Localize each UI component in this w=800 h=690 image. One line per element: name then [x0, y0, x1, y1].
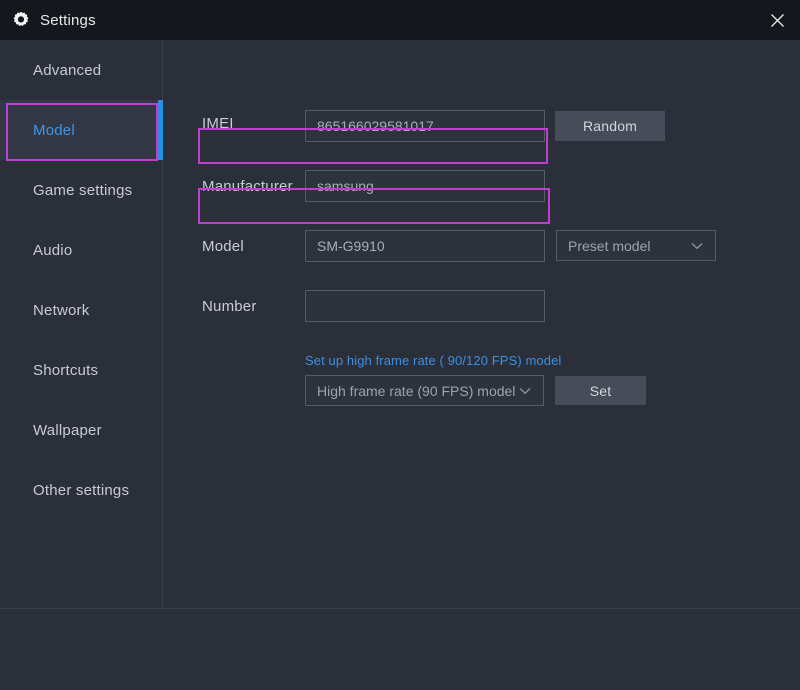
chevron-down-icon [519, 382, 531, 400]
sidebar-item-label: Model [33, 121, 75, 139]
sidebar-item-label: Audio [33, 241, 73, 259]
close-icon [770, 13, 784, 27]
set-button[interactable]: Set [555, 376, 646, 405]
manufacturer-label: Manufacturer [202, 178, 293, 195]
window-title: Settings [40, 11, 96, 29]
imei-label: IMEI [202, 115, 234, 132]
content-panel: IMEI Random Manufacturer Model Preset mo… [163, 40, 800, 608]
sidebar-item-wallpaper[interactable]: Wallpaper [0, 400, 162, 460]
sidebar-item-label: Wallpaper [33, 421, 102, 439]
high-frame-rate-link[interactable]: Set up high frame rate ( 90/120 FPS) mod… [305, 353, 561, 368]
close-button[interactable] [754, 0, 800, 40]
manufacturer-input[interactable] [305, 170, 545, 202]
sidebar-item-audio[interactable]: Audio [0, 220, 162, 280]
high-frame-rate-dropdown-value: High frame rate (90 FPS) model [317, 382, 516, 399]
sidebar-item-label: Shortcuts [33, 361, 99, 379]
footer-bar: Save Cancel [0, 609, 800, 690]
sidebar-item-game-settings[interactable]: Game settings [0, 160, 162, 220]
random-button[interactable]: Random [555, 111, 665, 141]
sidebar-item-label: Game settings [33, 181, 133, 199]
preset-model-dropdown-value: Preset model [568, 237, 651, 254]
imei-input[interactable] [305, 110, 545, 142]
high-frame-rate-dropdown[interactable]: High frame rate (90 FPS) model [305, 375, 544, 406]
sidebar-item-shortcuts[interactable]: Shortcuts [0, 340, 162, 400]
preset-model-dropdown[interactable]: Preset model [556, 230, 716, 261]
model-input[interactable] [305, 230, 545, 262]
sidebar-item-label: Other settings [33, 481, 130, 499]
model-label: Model [202, 238, 244, 255]
settings-window: Settings Advanced Model Game settings Au… [0, 0, 800, 690]
title-bar: Settings [0, 0, 800, 40]
gear-icon [12, 11, 30, 29]
sidebar: Advanced Model Game settings Audio Netwo… [0, 40, 162, 608]
sidebar-item-advanced[interactable]: Advanced [0, 40, 162, 100]
number-label: Number [202, 298, 257, 315]
sidebar-item-label: Network [33, 301, 90, 319]
chevron-down-icon [691, 237, 703, 255]
sidebar-item-label: Advanced [33, 61, 102, 79]
sidebar-item-other-settings[interactable]: Other settings [0, 460, 162, 520]
sidebar-item-model[interactable]: Model [0, 100, 162, 160]
sidebar-item-network[interactable]: Network [0, 280, 162, 340]
number-input[interactable] [305, 290, 545, 322]
